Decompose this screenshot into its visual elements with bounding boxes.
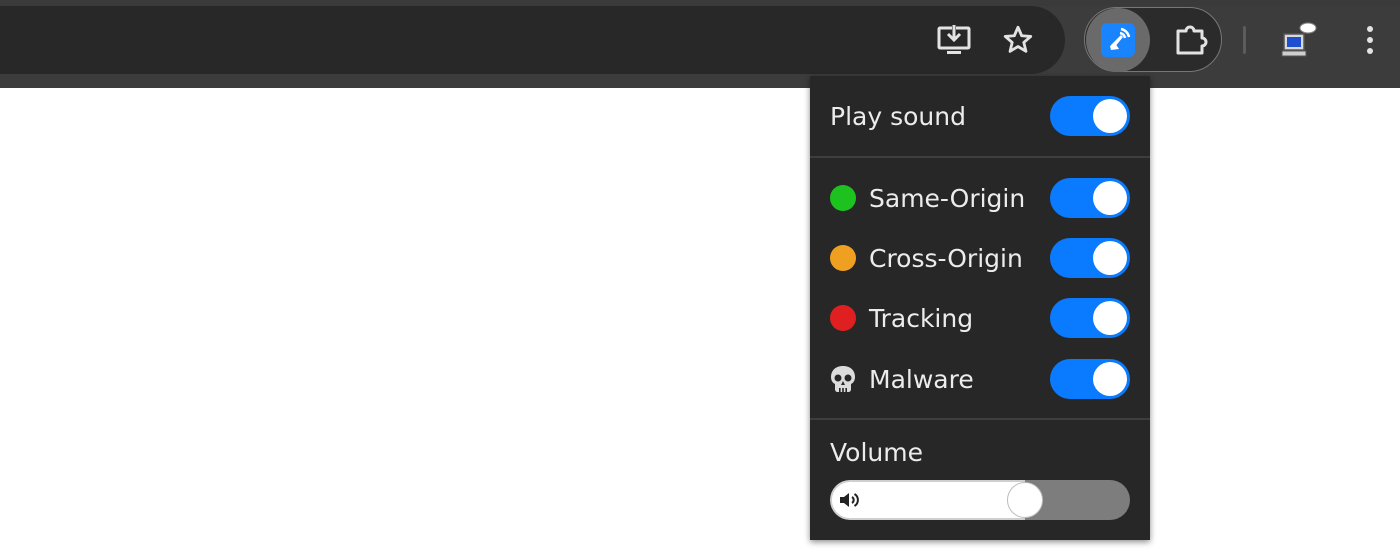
browser-toolbar — [0, 0, 1400, 88]
computer-avatar-icon[interactable] — [1278, 20, 1318, 60]
divider — [810, 418, 1150, 420]
same-origin-row: Same-Origin — [830, 178, 1130, 218]
same-origin-toggle[interactable] — [1050, 178, 1130, 218]
install-app-icon[interactable] — [935, 22, 973, 58]
toggle-knob — [1093, 241, 1127, 275]
extension-popup: Play sound Same-Origin Cross-Origin Trac… — [810, 76, 1150, 540]
malware-toggle[interactable] — [1050, 359, 1130, 399]
cross-origin-toggle[interactable] — [1050, 238, 1130, 278]
volume-slider-knob[interactable] — [1007, 482, 1043, 518]
toolbar-divider — [1243, 26, 1246, 54]
orange-dot-icon — [830, 245, 856, 271]
toggle-knob — [1093, 181, 1127, 215]
tracking-toggle[interactable] — [1050, 298, 1130, 338]
red-dot-icon — [830, 305, 856, 331]
green-dot-icon — [830, 185, 856, 211]
toggle-knob — [1093, 362, 1127, 396]
toggle-knob — [1093, 99, 1127, 133]
cross-origin-label: Cross-Origin — [869, 243, 1023, 273]
play-sound-label: Play sound — [830, 101, 966, 131]
puzzle-icon[interactable] — [1172, 22, 1212, 58]
volume-label: Volume — [830, 438, 923, 467]
star-icon[interactable] — [1000, 22, 1036, 58]
divider — [810, 156, 1150, 158]
toggle-knob — [1093, 301, 1127, 335]
sound-alert-extension-icon[interactable] — [1101, 23, 1135, 57]
cross-origin-row: Cross-Origin — [830, 238, 1130, 278]
tracking-row: Tracking — [830, 298, 1130, 338]
play-sound-toggle[interactable] — [1050, 96, 1130, 136]
speaker-icon — [840, 493, 859, 507]
same-origin-label: Same-Origin — [869, 183, 1026, 213]
malware-label: Malware — [869, 364, 974, 394]
tracking-label: Tracking — [869, 303, 974, 333]
volume-slider[interactable] — [830, 480, 1130, 520]
malware-row: Malware — [830, 359, 1130, 399]
address-bar[interactable] — [0, 6, 1065, 74]
kebab-menu-icon[interactable] — [1356, 22, 1384, 58]
play-sound-row: Play sound — [830, 96, 1130, 136]
skull-icon — [831, 366, 855, 392]
